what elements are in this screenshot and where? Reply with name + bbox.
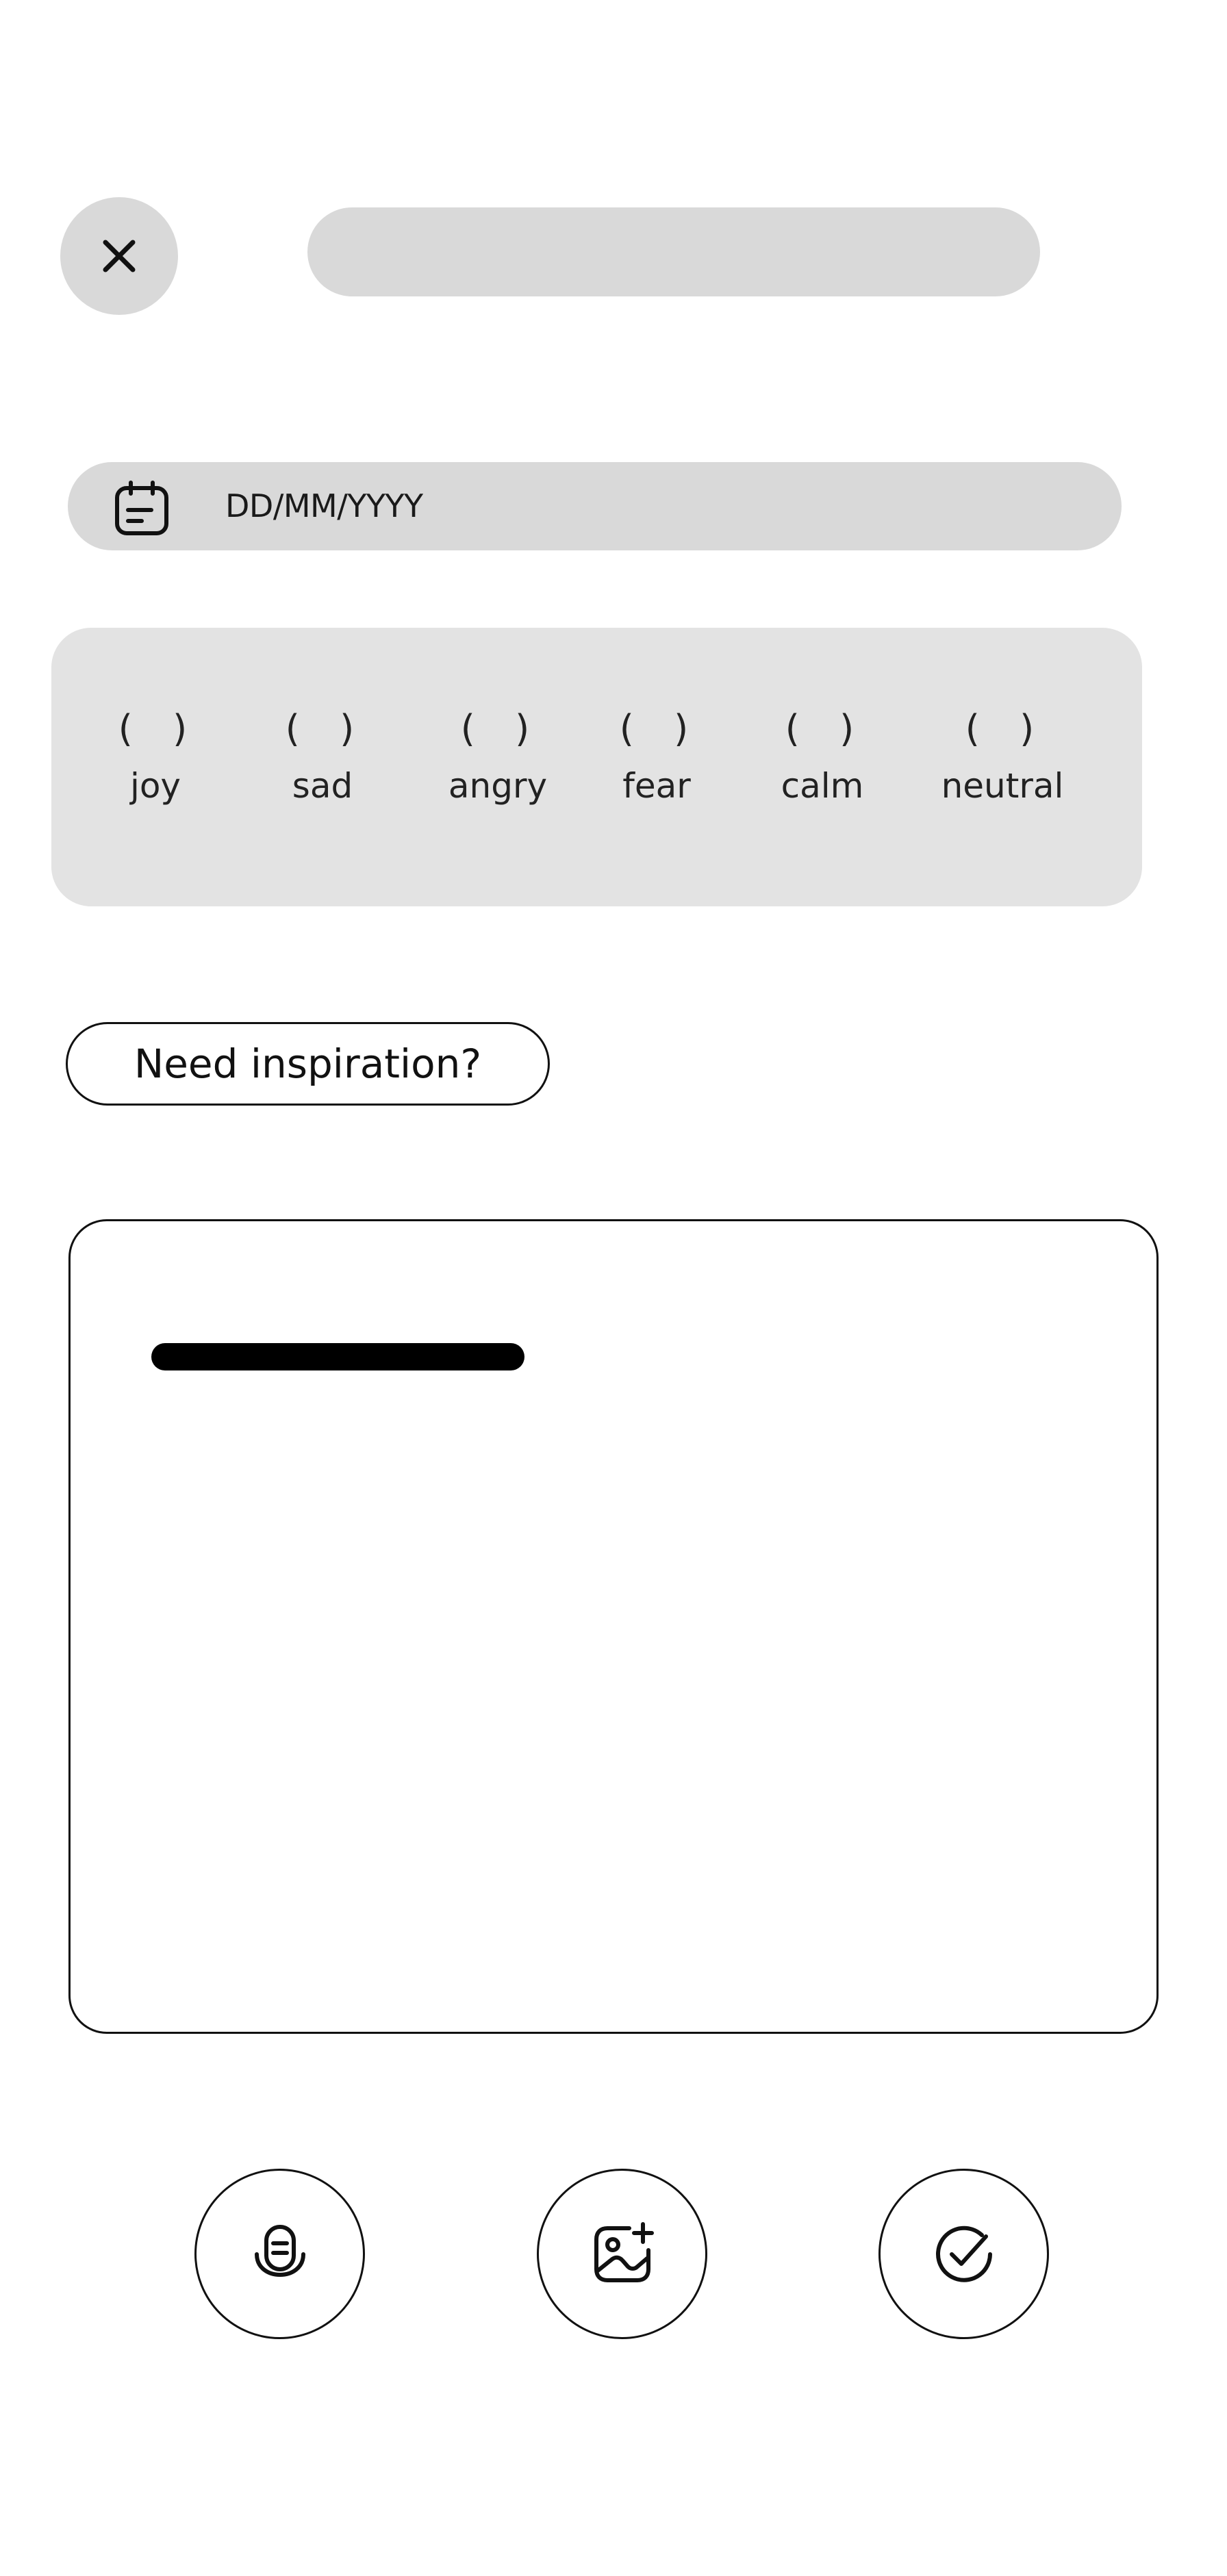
add-image-icon [594, 2221, 654, 2282]
mood-radio[interactable]: ( ) [907, 705, 1098, 753]
microphone-icon [254, 2224, 305, 2277]
mood-option-neutral[interactable]: ( ) neutral [907, 705, 1098, 806]
title-input[interactable] [307, 207, 1040, 296]
mood-radio[interactable]: ( ) [60, 705, 251, 753]
mood-option-joy[interactable]: ( ) joy [60, 705, 251, 806]
mood-radio[interactable]: ( ) [227, 705, 418, 753]
close-icon [103, 240, 136, 272]
mood-option-calm[interactable]: ( ) calm [726, 705, 918, 806]
mood-radio[interactable]: ( ) [726, 705, 918, 753]
mood-label: sad [292, 766, 353, 806]
mood-label: calm [781, 766, 864, 806]
mood-option-sad[interactable]: ( ) sad [227, 705, 418, 806]
mood-label: fear [622, 766, 691, 806]
date-field[interactable]: DD/MM/YYYY [68, 462, 1122, 550]
mood-option-fear[interactable]: ( ) fear [561, 705, 752, 806]
calendar-icon [115, 481, 168, 535]
save-entry-button[interactable] [878, 2169, 1049, 2339]
mood-label: joy [129, 766, 181, 806]
date-placeholder: DD/MM/YYYY [225, 487, 423, 524]
close-button[interactable] [60, 197, 178, 315]
voice-record-button[interactable] [194, 2169, 365, 2339]
check-circle-icon [935, 2226, 992, 2282]
add-image-button[interactable] [537, 2169, 707, 2339]
mood-radio[interactable]: ( ) [561, 705, 752, 753]
journal-textarea[interactable] [68, 1219, 1159, 2034]
text-cursor-line [151, 1343, 524, 1370]
inspiration-button[interactable]: Need inspiration? [66, 1022, 550, 1106]
mood-label: neutral [941, 766, 1064, 806]
